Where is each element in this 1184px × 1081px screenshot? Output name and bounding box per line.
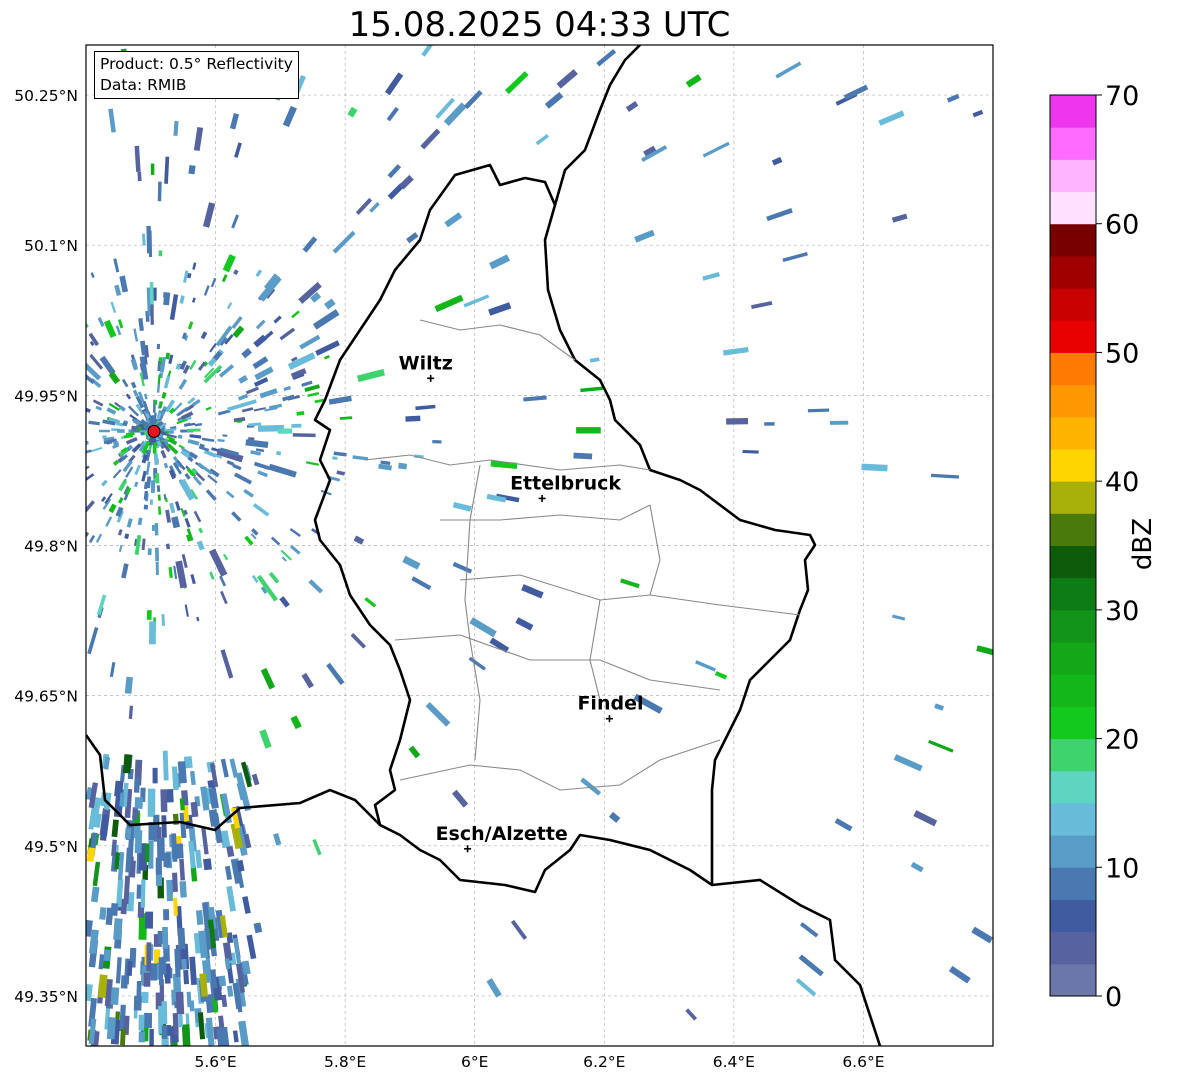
colorbar-segment: [1050, 288, 1096, 321]
lon-tick-label: 5.8°E: [324, 1053, 366, 1071]
colorbar-segment: [1050, 481, 1096, 514]
city-label: Ettelbruck: [510, 472, 621, 494]
radar-echoes: [86, 45, 993, 1046]
colorbar-segment: [1050, 738, 1096, 772]
lat-tick-label: 49.95°N: [14, 387, 78, 405]
colorbar-segment: [1050, 642, 1096, 675]
colorbar: 0 10 20 30 40 50 60 70: [1049, 81, 1139, 1013]
colorbar-segment: [1050, 384, 1096, 418]
data-source-label: Data: RMIB: [100, 76, 187, 94]
colorbar-segment: [1050, 320, 1096, 353]
lat-tick-label: 49.8°N: [24, 538, 78, 556]
lon-tick-label: 5.6°E: [194, 1053, 236, 1071]
city-label: Esch/Alzette: [436, 823, 568, 845]
colorbar-segment: [1050, 191, 1096, 225]
colorbar-tick-label: 30: [1105, 596, 1139, 627]
lon-tick-label: 6.2°E: [583, 1053, 625, 1071]
colorbar-tick-label: 70: [1105, 81, 1139, 112]
colorbar-segment: [1050, 448, 1096, 482]
colorbar-tick-label: 0: [1105, 982, 1122, 1013]
lon-tick-label: 6.6°E: [842, 1053, 884, 1071]
colorbar-segment: [1050, 867, 1096, 900]
colorbar-segment: [1050, 352, 1096, 386]
latitude-ticks: 50.25°N 50.1°N 49.95°N 49.8°N 49.65°N 49.5°N 4…: [14, 87, 78, 1006]
gridlines: [86, 45, 993, 1046]
radar-map: Wiltz Ettelbruck Findel Esch/Alzette 50.25°…: [14, 44, 1139, 1071]
colorbar-tick-label: 10: [1105, 853, 1139, 884]
colorbar-segment: [1050, 95, 1096, 128]
longitude-ticks: 5.6°E 5.8°E 6°E 6.2°E 6.4°E 6.6°E: [194, 1053, 884, 1071]
city-markers: Wiltz Ettelbruck Findel Esch/Alzette: [399, 352, 643, 853]
colorbar-tick-label: 20: [1105, 725, 1139, 756]
city-marker: [538, 494, 546, 502]
lat-tick-label: 49.5°N: [24, 838, 78, 856]
colorbar-segment: [1050, 513, 1096, 546]
info-box: Product: 0.5° Reflectivity Data: RMIB: [94, 51, 299, 99]
colorbar-label: dBZ: [1128, 517, 1158, 571]
lat-tick-label: 50.1°N: [24, 237, 78, 255]
city-label: Wiltz: [399, 352, 453, 374]
radar-site-marker: [147, 424, 161, 438]
radar-site-dot: [147, 424, 161, 438]
lat-tick-label: 50.25°N: [14, 87, 78, 105]
lon-tick-label: 6.4°E: [713, 1053, 755, 1071]
colorbar-segment: [1050, 609, 1096, 643]
colorbar-segment: [1050, 835, 1096, 868]
colorbar-segment: [1050, 931, 1096, 965]
colorbar-tick-label: 60: [1105, 210, 1139, 241]
colorbar-tick-label: 50: [1105, 338, 1139, 369]
colorbar-segment: [1050, 899, 1096, 933]
lat-tick-label: 49.65°N: [14, 688, 78, 706]
colorbar-segment: [1050, 706, 1096, 740]
colorbar-segment: [1050, 545, 1096, 579]
city-marker: [427, 374, 435, 382]
product-label: Product: 0.5° Reflectivity: [100, 55, 293, 73]
colorbar-segment: [1050, 802, 1096, 836]
colorbar-segment: [1050, 159, 1096, 193]
colorbar-segment: [1050, 127, 1096, 160]
colorbar-segment: [1050, 255, 1096, 289]
colorbar-segment: [1050, 577, 1096, 611]
colorbar-segment: [1050, 674, 1096, 707]
colorbar-segment: [1050, 416, 1096, 450]
city-marker: [605, 715, 613, 723]
colorbar-tick-label: 40: [1105, 467, 1139, 498]
colorbar-segment: [1050, 963, 1096, 997]
city-marker: [464, 845, 472, 853]
city-label: Findel: [577, 693, 643, 715]
lat-tick-label: 49.35°N: [14, 988, 78, 1006]
colorbar-segment: [1050, 223, 1096, 257]
colorbar-segment: [1050, 770, 1096, 804]
lon-tick-label: 6°E: [461, 1053, 488, 1071]
